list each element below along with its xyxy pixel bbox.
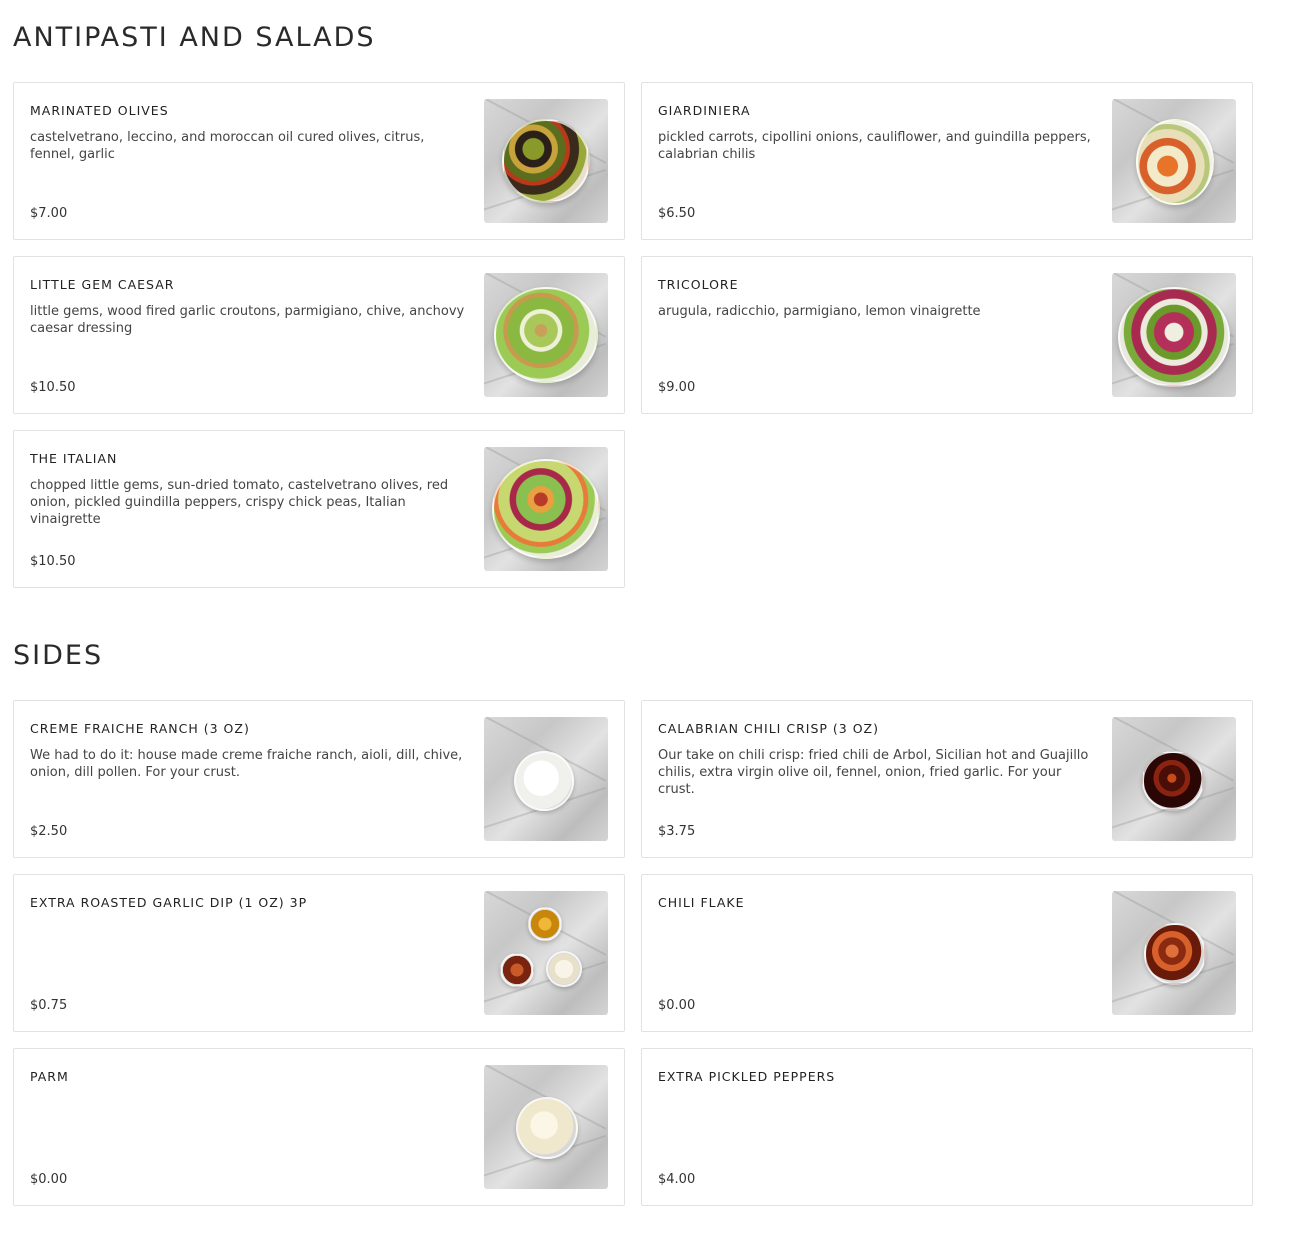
item-description: little gems, wood fired garlic croutons,… xyxy=(30,304,465,336)
menu-item-creme-fraiche-ranch[interactable]: CREME FRAICHE RANCH (3 OZ) We had to do … xyxy=(13,700,625,858)
item-description: We had to do it: house made creme fraich… xyxy=(30,748,463,780)
menu-item-parm[interactable]: PARM $0.00 xyxy=(13,1048,625,1206)
tricolore-photo xyxy=(1112,273,1236,397)
item-description: arugula, radicchio, parmigiano, lemon vi… xyxy=(658,304,981,319)
item-name: EXTRA ROASTED GARLIC DIP (1 OZ) 3P xyxy=(30,895,308,910)
item-name: MARINATED OLIVES xyxy=(30,103,169,118)
item-price: $9.00 xyxy=(658,380,696,395)
chili-crisp-photo xyxy=(1112,717,1236,841)
item-price: $2.50 xyxy=(30,824,68,839)
menu-item-little-gem-caesar[interactable]: LITTLE GEM CAESAR little gems, wood fire… xyxy=(13,256,625,414)
menu-item-calabrian-chili-crisp[interactable]: CALABRIAN CHILI CRISP (3 OZ) Our take on… xyxy=(641,700,1253,858)
menu-item-extra-pickled-peppers[interactable]: EXTRA PICKLED PEPPERS $4.00 xyxy=(641,1048,1253,1206)
item-price: $6.50 xyxy=(658,206,696,221)
item-name: CALABRIAN CHILI CRISP (3 OZ) xyxy=(658,721,879,736)
the-italian-photo xyxy=(484,447,608,571)
item-price: $10.50 xyxy=(30,380,76,395)
item-price: $0.00 xyxy=(658,998,696,1013)
ranch-photo xyxy=(484,717,608,841)
item-name: CREME FRAICHE RANCH (3 OZ) xyxy=(30,721,250,736)
section-title-antipasti: ANTIPASTI AND SALADS xyxy=(13,22,376,53)
item-description: pickled carrots, cipollini onions, cauli… xyxy=(658,130,1091,162)
item-price: $0.00 xyxy=(30,1172,68,1187)
menu-item-tricolore[interactable]: TRICOLORE arugula, radicchio, parmigiano… xyxy=(641,256,1253,414)
item-description: Our take on chili crisp: fried chili de … xyxy=(658,748,1089,797)
item-price: $3.75 xyxy=(658,824,696,839)
menu-item-marinated-olives[interactable]: MARINATED OLIVES castelvetrano, leccino,… xyxy=(13,82,625,240)
item-name: THE ITALIAN xyxy=(30,451,118,466)
garlic-dip-photo xyxy=(484,891,608,1015)
item-name: EXTRA PICKLED PEPPERS xyxy=(658,1069,836,1084)
little-gem-caesar-photo xyxy=(484,273,608,397)
item-description: chopped little gems, sun-dried tomato, c… xyxy=(30,478,449,527)
menu-item-extra-roasted-garlic-dip[interactable]: EXTRA ROASTED GARLIC DIP (1 OZ) 3P $0.75 xyxy=(13,874,625,1032)
menu-item-chili-flake[interactable]: CHILI FLAKE $0.00 xyxy=(641,874,1253,1032)
menu-item-giardiniera[interactable]: GIARDINIERA pickled carrots, cipollini o… xyxy=(641,82,1253,240)
item-name: LITTLE GEM CAESAR xyxy=(30,277,175,292)
item-name: GIARDINIERA xyxy=(658,103,751,118)
item-price: $7.00 xyxy=(30,206,68,221)
item-name: TRICOLORE xyxy=(658,277,739,292)
item-name: CHILI FLAKE xyxy=(658,895,745,910)
item-description: castelvetrano, leccino, and moroccan oil… xyxy=(30,130,425,162)
item-price: $10.50 xyxy=(30,554,76,569)
section-title-sides: SIDES xyxy=(13,640,104,671)
giardiniera-photo xyxy=(1112,99,1236,223)
item-price: $0.75 xyxy=(30,998,68,1013)
menu-item-the-italian[interactable]: THE ITALIAN chopped little gems, sun-dri… xyxy=(13,430,625,588)
chili-flake-photo xyxy=(1112,891,1236,1015)
item-name: PARM xyxy=(30,1069,69,1084)
item-price: $4.00 xyxy=(658,1172,696,1187)
marinated-olives-photo xyxy=(484,99,608,223)
parm-photo xyxy=(484,1065,608,1189)
